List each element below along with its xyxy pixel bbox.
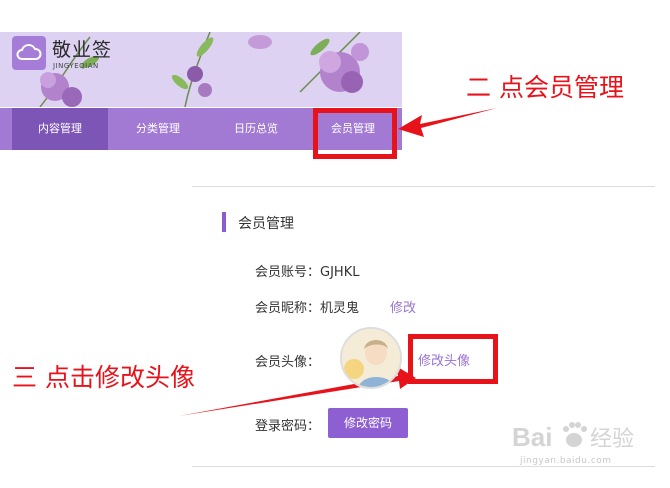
- section-accent-bar: [222, 212, 226, 232]
- top-divider: [192, 186, 655, 187]
- bottom-divider: [192, 466, 655, 467]
- nickname-label: 会员昵称：: [255, 301, 321, 316]
- avatar-label: 会员头像：: [255, 355, 321, 370]
- account-value: GJHKL: [320, 265, 360, 280]
- watermark-url: jingyan.baidu.com: [520, 456, 612, 466]
- member-nickname-row: 会员昵称：机灵鬼: [255, 297, 359, 316]
- annotation-highlight-edit-avatar: [408, 334, 498, 384]
- avatar: [340, 327, 402, 389]
- nickname-value: 机灵鬼: [320, 301, 360, 316]
- baidu-watermark-logo: Bai 经验: [512, 422, 634, 452]
- member-account-row: 会员账号：GJHKL: [255, 261, 359, 280]
- account-label: 会员账号：: [255, 265, 321, 280]
- annotation-step-2: 二 点会员管理: [466, 73, 624, 102]
- edit-nickname-link[interactable]: 修改: [390, 297, 416, 316]
- change-password-button[interactable]: 修改密码: [328, 408, 408, 438]
- section-title: 会员管理: [238, 216, 294, 232]
- annotation-step-3: 三 点击修改头像: [12, 363, 195, 392]
- watermark-brand-text: 经验: [590, 427, 634, 452]
- password-label: 登录密码：: [255, 419, 321, 434]
- svg-text:Bai: Bai: [512, 422, 552, 452]
